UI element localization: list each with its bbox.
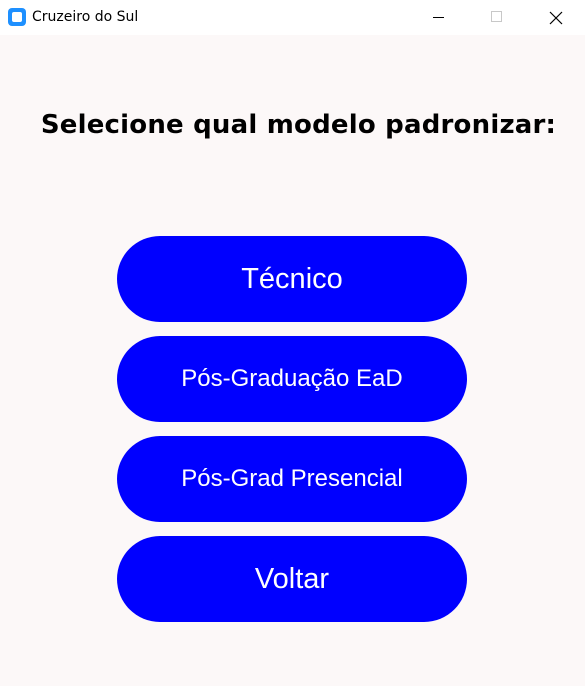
tecnico-button[interactable]: Técnico	[117, 236, 467, 322]
pos-grad-presencial-button[interactable]: Pós-Grad Presencial	[117, 436, 467, 522]
app-icon	[8, 8, 26, 26]
page-heading: Selecione qual modelo padronizar:	[40, 110, 557, 140]
title-bar[interactable]: Cruzeiro do Sul	[0, 0, 585, 35]
window-title: Cruzeiro do Sul	[32, 9, 139, 25]
app-window: Cruzeiro do Sul Selecione qual modelo pa…	[0, 0, 585, 686]
minimize-button[interactable]	[409, 0, 467, 35]
close-icon	[549, 11, 563, 25]
maximize-button[interactable]	[467, 0, 525, 35]
pos-graduacao-ead-button[interactable]: Pós-Graduação EaD	[117, 336, 467, 422]
voltar-button[interactable]: Voltar	[117, 536, 467, 622]
close-button[interactable]	[526, 0, 584, 35]
